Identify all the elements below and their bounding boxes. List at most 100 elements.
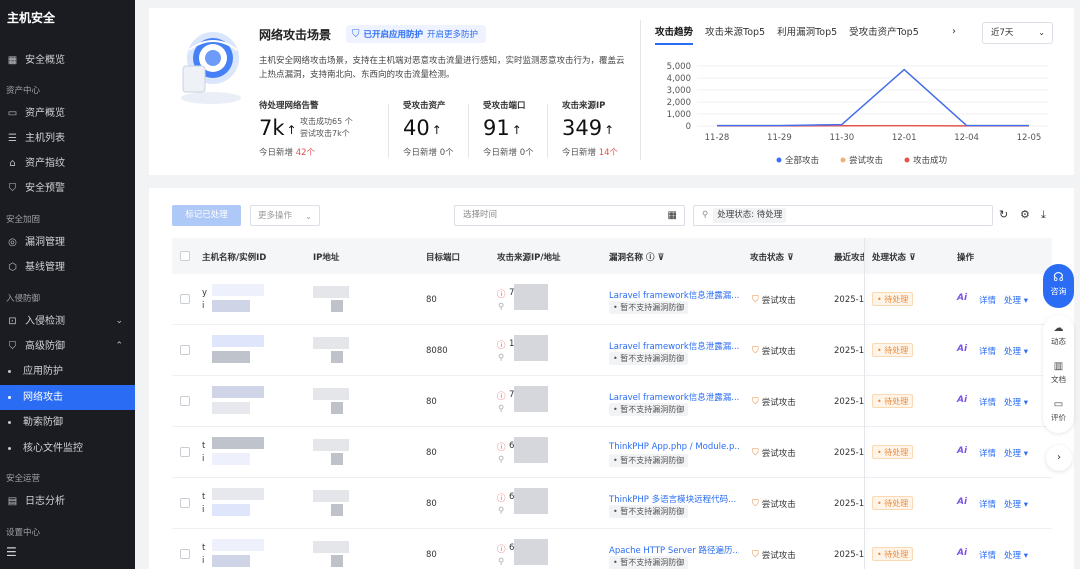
consult-button[interactable]: ☊ 咨询 xyxy=(1043,264,1074,308)
sidebar-item-overview[interactable]: ▦ 安全概览 xyxy=(0,48,135,73)
sidebar-item-core-file[interactable]: 核心文件监控 xyxy=(0,436,135,461)
filter-icon[interactable]: ⊽ xyxy=(787,253,794,263)
table-row[interactable]: t i 80 ⓘ 6 ⚲ ThinkPHP App.php / Module.p... • 暂… xyxy=(172,427,1052,478)
vuln-name-link[interactable]: ThinkPHP 多语言模块远程代码... xyxy=(609,493,739,505)
table-row[interactable]: 80 ⓘ 7 ⚲ Laravel framework信息泄露漏... • 暂不支持漏洞防御… xyxy=(172,376,1052,427)
sidebar-item-vuln[interactable]: ◎ 漏洞管理 xyxy=(0,230,135,255)
redacted-ip xyxy=(331,402,343,414)
table-row[interactable]: y i 80 ⓘ 7 ⚲ Laravel framework信息泄露漏... • 暂不支持漏洞… xyxy=(172,274,1052,325)
detail-link[interactable]: 详情 xyxy=(979,345,996,357)
handle-dropdown[interactable]: 处理 ▾ xyxy=(1004,447,1028,459)
select-all-checkbox[interactable] xyxy=(180,251,190,261)
sidebar-item-alert[interactable]: ⛉ 安全预警 xyxy=(0,176,135,201)
detail-link[interactable]: 详情 xyxy=(979,549,996,561)
attack-status: ⛉ 尝试攻击 xyxy=(752,397,796,408)
tab-asset-top5[interactable]: 受攻击资产Top5 xyxy=(849,24,919,45)
info-icon[interactable]: ⓘ xyxy=(646,253,655,263)
host-name[interactable]: t xyxy=(202,441,205,451)
ai-analyze-button[interactable]: Ai xyxy=(957,497,967,507)
nav-group-hardening: 安全加固 xyxy=(6,215,41,225)
sidebar-item-baseline[interactable]: ⬡ 基线管理 xyxy=(0,255,135,280)
arrow-up-icon: ↑ xyxy=(431,123,442,137)
tab-vuln-top5[interactable]: 利用漏洞Top5 xyxy=(777,24,837,45)
ai-analyze-button[interactable]: Ai xyxy=(957,446,967,456)
handle-dropdown[interactable]: 处理 ▾ xyxy=(1004,549,1028,561)
detail-link[interactable]: 详情 xyxy=(979,396,996,408)
redacted-ip xyxy=(331,300,343,312)
time-picker-input[interactable]: 选择时间 ▦ xyxy=(454,205,685,226)
stat-pending-alerts[interactable]: 待处理网络告警 7k ↑ 攻击成功65 个尝试攻击7k个 今日新增 42个 xyxy=(259,99,353,158)
sidebar-item-intrusion[interactable]: ⊡ 入侵检测 ⌄ xyxy=(0,309,135,334)
shield-check-icon: ⛉ xyxy=(352,28,360,40)
tab-source-top5[interactable]: 攻击来源Top5 xyxy=(705,24,765,45)
tabs-next-icon[interactable]: › xyxy=(952,26,956,37)
filter-icon[interactable]: ⊽ xyxy=(909,253,916,263)
tab-attack-trend[interactable]: 攻击趋势 xyxy=(655,24,694,45)
legend-label: 攻击成功 xyxy=(913,155,947,166)
ai-analyze-button[interactable]: Ai xyxy=(957,293,967,303)
stat-attacked-assets[interactable]: 受攻击资产 40 ↑ 今日新增 0个 xyxy=(403,99,454,158)
vuln-name-link[interactable]: Laravel framework信息泄露漏... xyxy=(609,391,739,403)
last-attack-time: 2025-12 xyxy=(834,295,864,305)
row-checkbox[interactable] xyxy=(180,396,190,406)
redacted-source xyxy=(514,539,548,565)
feedback-button[interactable]: ▭ 评价 xyxy=(1043,399,1074,423)
handle-dropdown[interactable]: 处理 ▾ xyxy=(1004,294,1028,306)
sidebar-item-log[interactable]: ▤ 日志分析 xyxy=(0,489,135,514)
detail-link[interactable]: 详情 xyxy=(979,498,996,510)
handle-dropdown[interactable]: 处理 ▾ xyxy=(1004,345,1028,357)
chevron-right-icon[interactable]: › xyxy=(1046,445,1072,471)
row-checkbox[interactable] xyxy=(180,549,190,559)
sidebar-item-advanced[interactable]: ⛉ 高级防御 ⌃ xyxy=(0,334,135,359)
row-checkbox[interactable] xyxy=(180,345,190,355)
detail-link[interactable]: 详情 xyxy=(979,294,996,306)
docs-button[interactable]: ▥ 文档 xyxy=(1043,361,1074,385)
scene-title: 网络攻击场景 xyxy=(259,28,332,42)
stat-attacked-ports[interactable]: 受攻击端口 91 ↑ 今日新增 0个 xyxy=(483,99,534,158)
vuln-name-link[interactable]: Apache HTTP Server 路径遍历... xyxy=(609,544,739,556)
vuln-name-link[interactable]: ThinkPHP App.php / Module.p... xyxy=(609,442,739,452)
news-button[interactable]: ☁ 动态 xyxy=(1043,323,1074,347)
target-port: 80 xyxy=(426,397,437,407)
row-checkbox[interactable] xyxy=(180,294,190,304)
host-name[interactable]: t xyxy=(202,492,205,502)
sidebar-item-host-list[interactable]: ☰ 主机列表 xyxy=(0,126,135,151)
sidebar-item-network-attack[interactable]: 网络攻击 xyxy=(0,385,135,410)
vuln-name-link[interactable]: Laravel framework信息泄露漏... xyxy=(609,340,739,352)
sidebar-item-ransom[interactable]: 勒索防御 xyxy=(0,410,135,435)
ai-analyze-button[interactable]: Ai xyxy=(957,344,967,354)
ai-analyze-button[interactable]: Ai xyxy=(957,548,967,558)
enable-more-link[interactable]: 开启更多防护 xyxy=(427,28,478,40)
sidebar-item-fingerprint[interactable]: ⌂ 资产指纹 xyxy=(0,151,135,176)
more-actions-button[interactable]: 更多操作 ⌄ xyxy=(250,205,320,226)
sidebar-item-asset-overview[interactable]: ▭ 资产概览 xyxy=(0,101,135,126)
redacted-instance xyxy=(212,555,250,567)
vuln-name-link[interactable]: Laravel framework信息泄露漏... xyxy=(609,289,739,301)
ai-analyze-button[interactable]: Ai xyxy=(957,395,967,405)
host-name[interactable]: t xyxy=(202,543,205,553)
download-icon[interactable]: ⤓ xyxy=(1041,208,1046,222)
y-tick-label: 3,000 xyxy=(667,86,691,96)
vuln-tag: • 暂不支持漏洞防御 xyxy=(609,454,689,467)
mark-handled-button[interactable]: 标记已处理 xyxy=(172,205,241,226)
filter-tag[interactable]: 处理状态: 待处理 xyxy=(713,208,787,223)
row-checkbox[interactable] xyxy=(180,447,190,457)
x-tick-label: 12-01 xyxy=(892,133,917,143)
handle-dropdown[interactable]: 处理 ▾ xyxy=(1004,498,1028,510)
host-name[interactable]: y xyxy=(202,288,207,298)
filter-icon[interactable]: ⊽ xyxy=(657,253,664,263)
gear-icon[interactable]: ⚙ xyxy=(1020,208,1030,221)
handle-dropdown[interactable]: 处理 ▾ xyxy=(1004,396,1028,408)
table-row[interactable]: t i 80 ⓘ 6 ⚲ ThinkPHP 多语言模块远程代码... • 暂不支持漏洞防御 ⛉ 尝… xyxy=(172,478,1052,529)
stat-source-ip[interactable]: 攻击来源IP 349 ↑ 今日新增 14个 xyxy=(562,99,618,158)
detail-link[interactable]: 详情 xyxy=(979,447,996,459)
refresh-icon[interactable]: ↻ xyxy=(999,208,1008,221)
sidebar-item-app-protect[interactable]: 应用防护 xyxy=(0,359,135,384)
table-row[interactable]: t i 80 ⓘ 6 ⚲ Apache HTTP Server 路径遍历... • 暂不支持漏… xyxy=(172,529,1052,569)
table-row[interactable]: 8080 ⓘ 1 ⚲ Laravel framework信息泄露漏... • 暂不支持漏洞… xyxy=(172,325,1052,376)
row-checkbox[interactable] xyxy=(180,498,190,508)
collapse-menu-icon[interactable]: ☰ xyxy=(6,545,17,559)
filter-input[interactable]: ⚲ 处理状态: 待处理 xyxy=(693,205,993,226)
log-icon: ▤ xyxy=(7,496,18,507)
range-select[interactable]: 近7天 ⌄ xyxy=(982,22,1053,44)
